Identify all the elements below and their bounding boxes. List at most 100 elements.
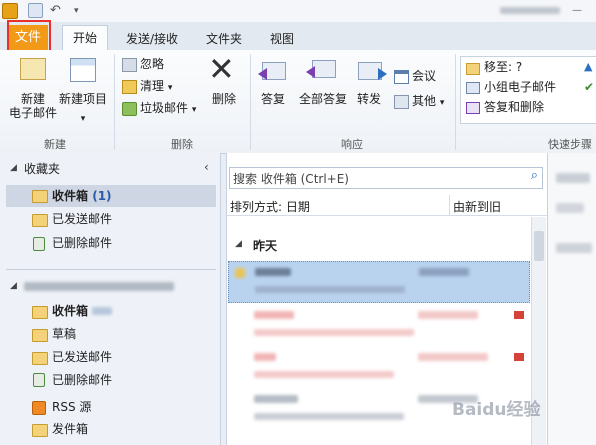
navigation-pane: ◢ 收藏夹 ‹ 收件箱 (1) 已发送邮件 已删除邮件 ◢ 收件箱 草稿 已发送… <box>0 153 221 445</box>
search-icon[interactable]: ⌕ <box>531 168 538 183</box>
nav-item-rss[interactable]: RSS 源 <box>52 397 91 417</box>
new-items-icon <box>70 58 96 82</box>
subject-blurred <box>255 286 405 293</box>
unread-count: (1) <box>92 189 112 203</box>
group-label-delete: 删除 <box>171 138 193 151</box>
window-title-blurred <box>500 7 560 14</box>
inbox-folder-icon <box>32 190 48 203</box>
scrollbar-thumb[interactable] <box>534 231 544 261</box>
sort-order-label[interactable]: 由新到旧 <box>453 198 501 215</box>
group-label-quick-steps: 快速步骤 <box>548 138 592 151</box>
rss-icon <box>32 401 46 415</box>
reply-all-button[interactable]: 全部答复 <box>296 92 350 106</box>
sender-blurred <box>254 311 294 319</box>
group-header-yesterday: 昨天 <box>253 239 278 253</box>
ribbon-tabs: 文件 开始 发送/接收 文件夹 视图 <box>0 22 596 51</box>
reading-content-blurred <box>556 203 584 213</box>
watermark: Baidu经验 <box>452 400 541 420</box>
flag-icon[interactable] <box>514 311 524 319</box>
quick-step-reply-delete[interactable]: 答复和删除 <box>484 98 544 116</box>
outbox-folder-icon <box>32 424 48 437</box>
tab-home[interactable]: 开始 <box>62 25 108 51</box>
more-icon <box>394 95 409 109</box>
group-collapse-icon[interactable]: ◢ <box>235 239 242 249</box>
group-separator <box>114 54 115 150</box>
message-row-selected[interactable] <box>228 261 530 303</box>
new-email-button[interactable]: 新建 电子邮件 <box>4 92 62 120</box>
drafts-folder-icon <box>32 329 48 342</box>
clean-up-icon <box>122 80 137 94</box>
search-box[interactable]: 搜索 收件箱 (Ctrl+E) ⌕ <box>229 167 543 189</box>
tab-folder[interactable]: 文件夹 <box>196 28 252 50</box>
tab-send-receive[interactable]: 发送/接收 <box>118 28 186 50</box>
sort-by-label[interactable]: 排列方式: 日期 <box>230 198 310 215</box>
sender-blurred <box>254 395 298 403</box>
clean-up-button[interactable]: 清理 ▾ <box>140 77 172 95</box>
sender-blurred <box>254 353 276 361</box>
inbox-folder-icon <box>32 306 48 319</box>
inbox-count-blurred <box>92 307 112 315</box>
minimize-nav-icon[interactable]: ‹ <box>204 160 209 174</box>
reading-content-blurred <box>556 243 592 253</box>
nav-item-deleted[interactable]: 已删除邮件 <box>52 370 112 390</box>
group-label-new: 新建 <box>44 138 66 151</box>
meeting-button[interactable]: 会议 <box>412 67 436 85</box>
date-blurred <box>419 268 469 276</box>
junk-label: 垃圾邮件 <box>140 101 189 115</box>
subject-blurred <box>254 329 414 336</box>
minimize-icon[interactable]: — <box>572 3 588 19</box>
team-email-icon <box>466 82 480 94</box>
nav-item-sent-favorite[interactable]: 已发送邮件 <box>52 209 112 229</box>
search-input[interactable]: 搜索 收件箱 (Ctrl+E) <box>233 170 349 187</box>
envelope-icon <box>235 268 245 278</box>
deleted-folder-icon <box>33 373 45 387</box>
nav-item-sent[interactable]: 已发送邮件 <box>52 347 112 367</box>
new-items-button[interactable]: 新建项目 <box>58 92 108 106</box>
junk-button[interactable]: 垃圾邮件 ▾ <box>140 99 196 117</box>
reading-pane <box>547 153 596 445</box>
nav-item-drafts[interactable]: 草稿 <box>52 324 76 344</box>
qat-customize-icon[interactable]: ▾ <box>74 3 90 19</box>
more-button[interactable]: 其他 ▾ <box>412 92 444 110</box>
reply-button[interactable]: 答复 <box>256 92 290 106</box>
outlook-app-icon[interactable] <box>2 3 18 19</box>
group-separator <box>250 54 251 150</box>
delete-button[interactable]: 删除 <box>204 92 244 106</box>
forward-button[interactable]: 转发 <box>352 92 386 106</box>
quick-step-team-email[interactable]: 小组电子邮件 <box>484 78 556 96</box>
quick-step-move-to[interactable]: 移至: ? <box>484 58 522 76</box>
message-row[interactable] <box>228 303 528 343</box>
forward-arrow-icon <box>378 68 387 80</box>
sent-folder-icon <box>32 352 48 365</box>
account-collapse-icon[interactable]: ◢ <box>10 281 17 291</box>
title-bar: ↶ ▾ — <box>0 0 596 23</box>
nav-divider <box>6 269 216 270</box>
reply-all-icon <box>312 60 336 78</box>
send-receive-icon[interactable] <box>28 3 43 18</box>
ignore-button[interactable]: 忽略 <box>140 55 164 73</box>
new-email-icon <box>20 58 46 80</box>
quick-step-more-icon: ▲ <box>584 60 593 73</box>
nav-item-outbox[interactable]: 发件箱 <box>52 419 88 439</box>
subject-blurred <box>254 413 404 420</box>
sent-folder-icon <box>32 214 48 227</box>
account-name-blurred <box>24 282 174 291</box>
checkmark-icon: ✔ <box>584 80 595 94</box>
sort-header: 排列方式: 日期 由新到旧 <box>227 195 547 216</box>
favorites-header[interactable]: 收藏夹 <box>24 159 60 179</box>
nav-item-deleted-favorite[interactable]: 已删除邮件 <box>52 233 112 253</box>
inbox-label: 收件箱 <box>52 189 89 203</box>
group-separator <box>455 54 456 150</box>
new-items-dropdown-icon[interactable]: ▾ <box>78 112 88 126</box>
collapse-triangle-icon[interactable]: ◢ <box>10 163 17 173</box>
reply-delete-icon <box>466 102 480 114</box>
message-row[interactable] <box>228 345 528 385</box>
header-divider <box>449 195 450 215</box>
tab-view[interactable]: 视图 <box>262 28 302 50</box>
flag-icon[interactable] <box>514 353 524 361</box>
nav-item-inbox[interactable]: 收件箱 <box>52 301 88 321</box>
group-label-respond: 响应 <box>341 138 363 151</box>
date-blurred <box>418 353 488 361</box>
undo-icon[interactable]: ↶ <box>50 3 66 19</box>
chevron-down-icon: ▾ <box>167 83 173 93</box>
